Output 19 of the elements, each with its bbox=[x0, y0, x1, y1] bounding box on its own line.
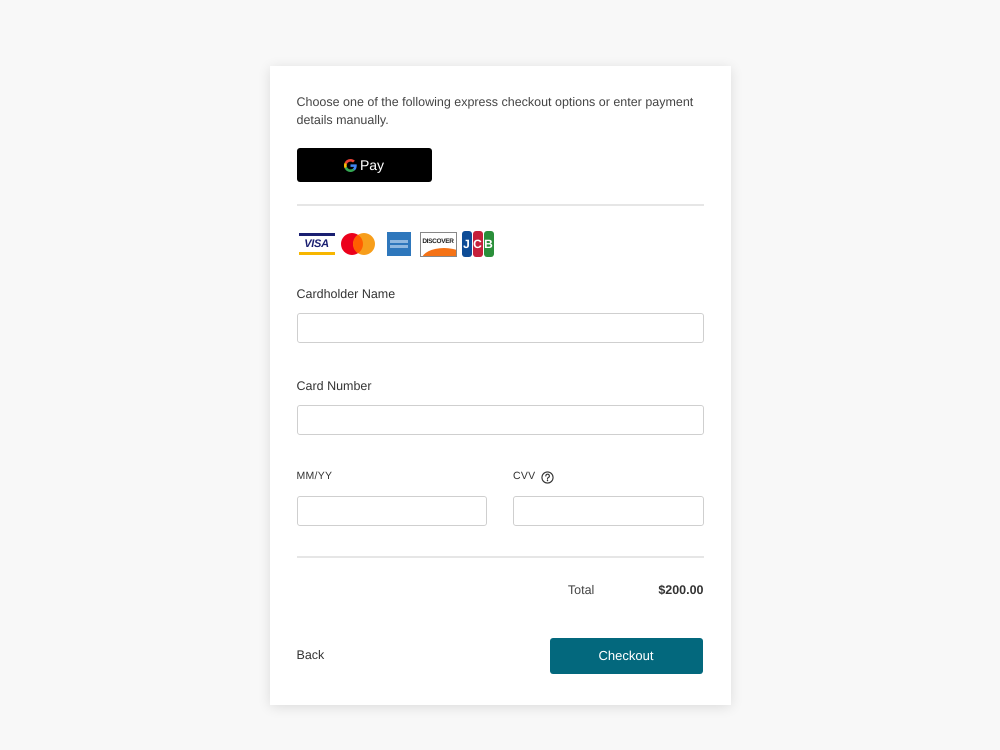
amex-logo bbox=[386, 232, 410, 256]
text-input[interactable] bbox=[296, 313, 704, 343]
field-label: MM/YY bbox=[296, 469, 332, 484]
field-label: CVV bbox=[513, 469, 536, 484]
back-link[interactable]: Back bbox=[296, 646, 324, 666]
text-input[interactable] bbox=[513, 496, 704, 526]
field-label: Card Number bbox=[296, 378, 372, 395]
text-input[interactable] bbox=[296, 496, 487, 526]
help-icon[interactable] bbox=[541, 470, 554, 484]
intro-text: Choose one of the following express checkout options or enter payment details manually. bbox=[296, 94, 694, 129]
total-amount: $200.00 bbox=[658, 582, 704, 599]
checkout-button[interactable]: Checkout bbox=[550, 638, 702, 674]
google-pay-button[interactable]: Pay bbox=[296, 148, 432, 182]
google-g-icon bbox=[344, 158, 357, 172]
visa-logo: VISA bbox=[298, 233, 334, 255]
text-input[interactable] bbox=[296, 405, 704, 435]
total-label: Total bbox=[568, 582, 594, 599]
field-label: Cardholder Name bbox=[296, 286, 396, 303]
mastercard-logo bbox=[340, 233, 374, 255]
